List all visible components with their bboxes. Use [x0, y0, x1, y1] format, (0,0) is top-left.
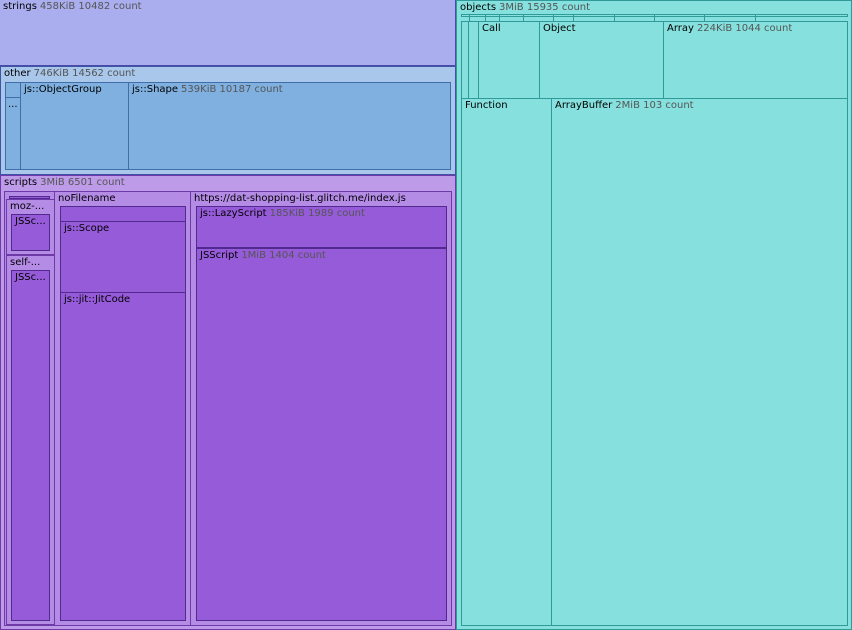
- node-name: js::ObjectGroup: [24, 84, 102, 95]
- node-label: Object: [543, 23, 576, 34]
- node-meta: 224KiB 1044 count: [696, 23, 793, 34]
- node-label: other 746KiB 14562 count: [4, 68, 135, 80]
- node-name: objects: [460, 2, 497, 13]
- treemap-node-self-jsscript[interactable]: JSSc...: [11, 270, 50, 621]
- node-name: js::Shape: [132, 84, 179, 95]
- node-name: ArrayBuffer: [555, 100, 613, 111]
- treemap-node-script-url[interactable]: https://dat-shopping-list.glitch.me/inde…: [190, 191, 452, 626]
- node-label: JSScript 1MiB 1404 count: [200, 250, 326, 262]
- node-label: Call: [482, 23, 501, 34]
- node-label: JSSc...: [15, 216, 46, 227]
- treemap-node-object[interactable]: Object: [539, 21, 664, 99]
- node-meta: 458KiB 10482 count: [39, 1, 142, 12]
- node-meta: 1MiB 1404 count: [241, 250, 326, 261]
- node-label: strings 458KiB 10482 count: [3, 1, 142, 13]
- treemap-node-self[interactable]: self-... JSSc...: [6, 255, 54, 625]
- treemap-node-js-lazyscript[interactable]: js::LazyScript 185KiB 1989 count: [196, 206, 447, 248]
- treemap-node-strings[interactable]: strings 458KiB 10482 count: [0, 0, 456, 66]
- treemap-node-arraybuffer[interactable]: ArrayBuffer 2MiB 103 count: [551, 98, 848, 626]
- node-label: js::Scope: [64, 223, 110, 234]
- node-meta: 185KiB 1989 count: [269, 208, 365, 219]
- treemap-node-other-small[interactable]: ...: [5, 97, 21, 170]
- node-label: https://dat-shopping-list.glitch.me/inde…: [194, 193, 406, 204]
- node-meta: 3MiB 6501 count: [40, 177, 125, 188]
- node-name: other: [4, 68, 31, 79]
- node-label: js::ObjectGroup: [24, 84, 102, 96]
- node-label: ArrayBuffer 2MiB 103 count: [555, 100, 694, 112]
- treemap-node-moz[interactable]: moz-... JSSc...: [6, 199, 54, 255]
- treemap-node-moz-jsscript[interactable]: JSSc...: [11, 214, 50, 251]
- treemap-node-other-small-top[interactable]: [5, 82, 21, 98]
- treemap-node-array[interactable]: Array 224KiB 1044 count: [663, 21, 848, 99]
- node-name: Array: [667, 23, 694, 34]
- node-label: objects 3MiB 15935 count: [460, 2, 590, 14]
- node-label: ...: [8, 99, 18, 110]
- treemap-node-jsscript[interactable]: JSScript 1MiB 1404 count: [196, 248, 447, 621]
- node-meta: 2MiB 103 count: [615, 100, 694, 111]
- treemap-node-scripts-column[interactable]: moz-... JSSc... self-... JSSc...: [4, 191, 55, 626]
- node-label: js::jit::JitCode: [64, 294, 131, 305]
- treemap-node-objects[interactable]: objects 3MiB 15935 count Call Object Arra…: [456, 0, 852, 630]
- node-label: js::LazyScript 185KiB 1989 count: [200, 208, 365, 220]
- node-label: JSSc...: [15, 272, 46, 283]
- node-label: self-...: [10, 257, 41, 268]
- node-meta: 746KiB 14562 count: [33, 68, 136, 79]
- treemap-node-js-shape[interactable]: js::Shape 539KiB 10187 count: [128, 82, 451, 170]
- treemap-node-scripts[interactable]: scripts 3MiB 6501 count moz-... JSSc... s…: [0, 175, 456, 630]
- treemap-node-function[interactable]: Function: [461, 98, 552, 626]
- treemap-node-other[interactable]: other 746KiB 14562 count ... js::ObjectGr…: [0, 66, 456, 175]
- treemap-node-js-jit-jitcode[interactable]: js::jit::JitCode: [60, 292, 186, 621]
- treemap-node-js-scope[interactable]: js::Scope: [60, 221, 186, 293]
- node-name: js::LazyScript: [200, 208, 267, 219]
- node-meta: 539KiB 10187 count: [181, 84, 283, 95]
- node-label: js::Shape 539KiB 10187 count: [132, 84, 283, 96]
- node-label: Array 224KiB 1044 count: [667, 23, 792, 35]
- treemap-node-call[interactable]: Call: [478, 21, 540, 99]
- node-label: Function: [465, 100, 508, 111]
- treemap-node-nofilename-top[interactable]: [60, 206, 186, 222]
- treemap-node-nofilename[interactable]: noFilename js::Scope js::jit::JitCode: [54, 191, 191, 626]
- node-name: JSScript: [200, 250, 239, 261]
- node-name: scripts: [4, 177, 38, 188]
- node-label: moz-...: [10, 201, 45, 212]
- treemap-node-js-objectgroup[interactable]: js::ObjectGroup: [20, 82, 129, 170]
- node-label: noFilename: [58, 193, 116, 204]
- node-name: strings: [3, 1, 37, 12]
- node-label: scripts 3MiB 6501 count: [4, 177, 125, 189]
- node-meta: 3MiB 15935 count: [499, 2, 591, 13]
